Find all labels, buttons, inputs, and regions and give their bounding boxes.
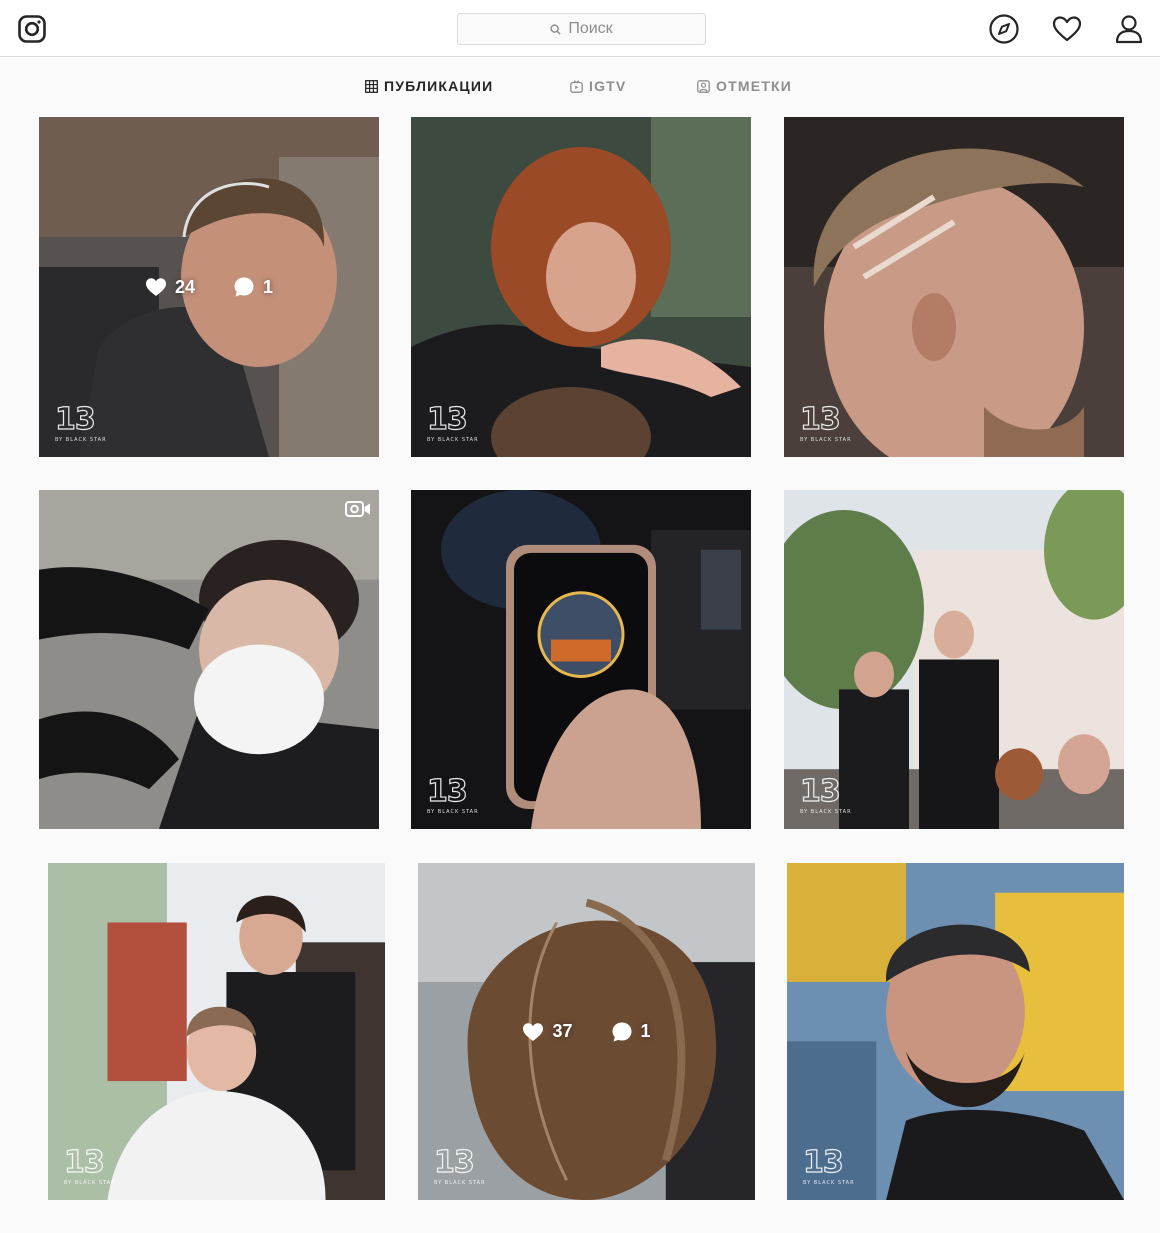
- post-tile-1[interactable]: 24 1 13 BY BLACK STAR: [39, 117, 379, 457]
- comments-count: 1: [263, 276, 274, 297]
- tab-label: ОТМЕТКИ: [716, 78, 793, 94]
- likes-count: 37: [552, 1021, 573, 1041]
- tagged-icon: [697, 79, 710, 93]
- brand-watermark: 13 BY BLACK STAR: [799, 774, 852, 815]
- post-tile-6[interactable]: 13 BY BLACK STAR: [784, 490, 1124, 829]
- tab-label: IGTV: [589, 78, 627, 94]
- brand-watermark: 13 BY BLACK STAR: [802, 1145, 855, 1186]
- heart-filled-icon: [145, 278, 166, 296]
- heart-icon[interactable]: [1051, 13, 1083, 45]
- brand-watermark: 13 BY BLACK STAR: [426, 402, 479, 443]
- comment-filled-icon: [612, 1022, 631, 1041]
- post-tile-8[interactable]: 37 1 13 BY BLACK STAR: [418, 863, 755, 1200]
- brand-watermark: 13 BY BLACK STAR: [426, 774, 479, 815]
- grid-icon: [365, 79, 378, 93]
- search-icon: [550, 23, 561, 35]
- post-tile-3[interactable]: 13 BY BLACK STAR: [784, 117, 1124, 457]
- search-placeholder: Поиск: [568, 20, 613, 37]
- top-navigation-bar: Поиск: [0, 0, 1160, 57]
- likes-count: 24: [174, 276, 195, 297]
- profile-icon[interactable]: [1113, 13, 1145, 45]
- tab-tagged[interactable]: ОТМЕТКИ: [697, 78, 792, 94]
- comments-count: 1: [640, 1021, 651, 1041]
- brand-watermark: 13 BY BLACK STAR: [63, 1145, 116, 1186]
- post-tile-7[interactable]: 13 BY BLACK STAR: [48, 863, 385, 1200]
- brand-watermark: 13 BY BLACK STAR: [433, 1145, 486, 1186]
- tab-publications[interactable]: ПУБЛИКАЦИИ: [365, 78, 493, 94]
- instagram-logo-icon[interactable]: [17, 14, 47, 44]
- comment-filled-icon: [234, 277, 254, 297]
- tab-label: ПУБЛИКАЦИИ: [384, 78, 494, 94]
- straight-razor-shave-photo: [39, 490, 379, 829]
- brand-watermark: 13 BY BLACK STAR: [799, 402, 852, 443]
- compass-icon[interactable]: [988, 13, 1020, 45]
- tab-igtv[interactable]: IGTV: [570, 78, 626, 94]
- search-input[interactable]: Поиск: [457, 13, 706, 45]
- post-tile-4[interactable]: [39, 490, 379, 829]
- heart-filled-icon: [523, 1022, 544, 1041]
- post-tile-5[interactable]: 13 BY BLACK STAR: [411, 490, 751, 829]
- igtv-icon: [570, 79, 583, 93]
- brand-watermark: 13 BY BLACK STAR: [54, 402, 107, 443]
- post-tile-2[interactable]: 13 BY BLACK STAR: [411, 117, 751, 457]
- post-tile-9[interactable]: 13 BY BLACK STAR: [787, 863, 1124, 1200]
- profile-tabs: ПУБЛИКАЦИИ IGTV ОТМЕТКИ: [0, 58, 1160, 116]
- video-camera-icon: [345, 501, 370, 517]
